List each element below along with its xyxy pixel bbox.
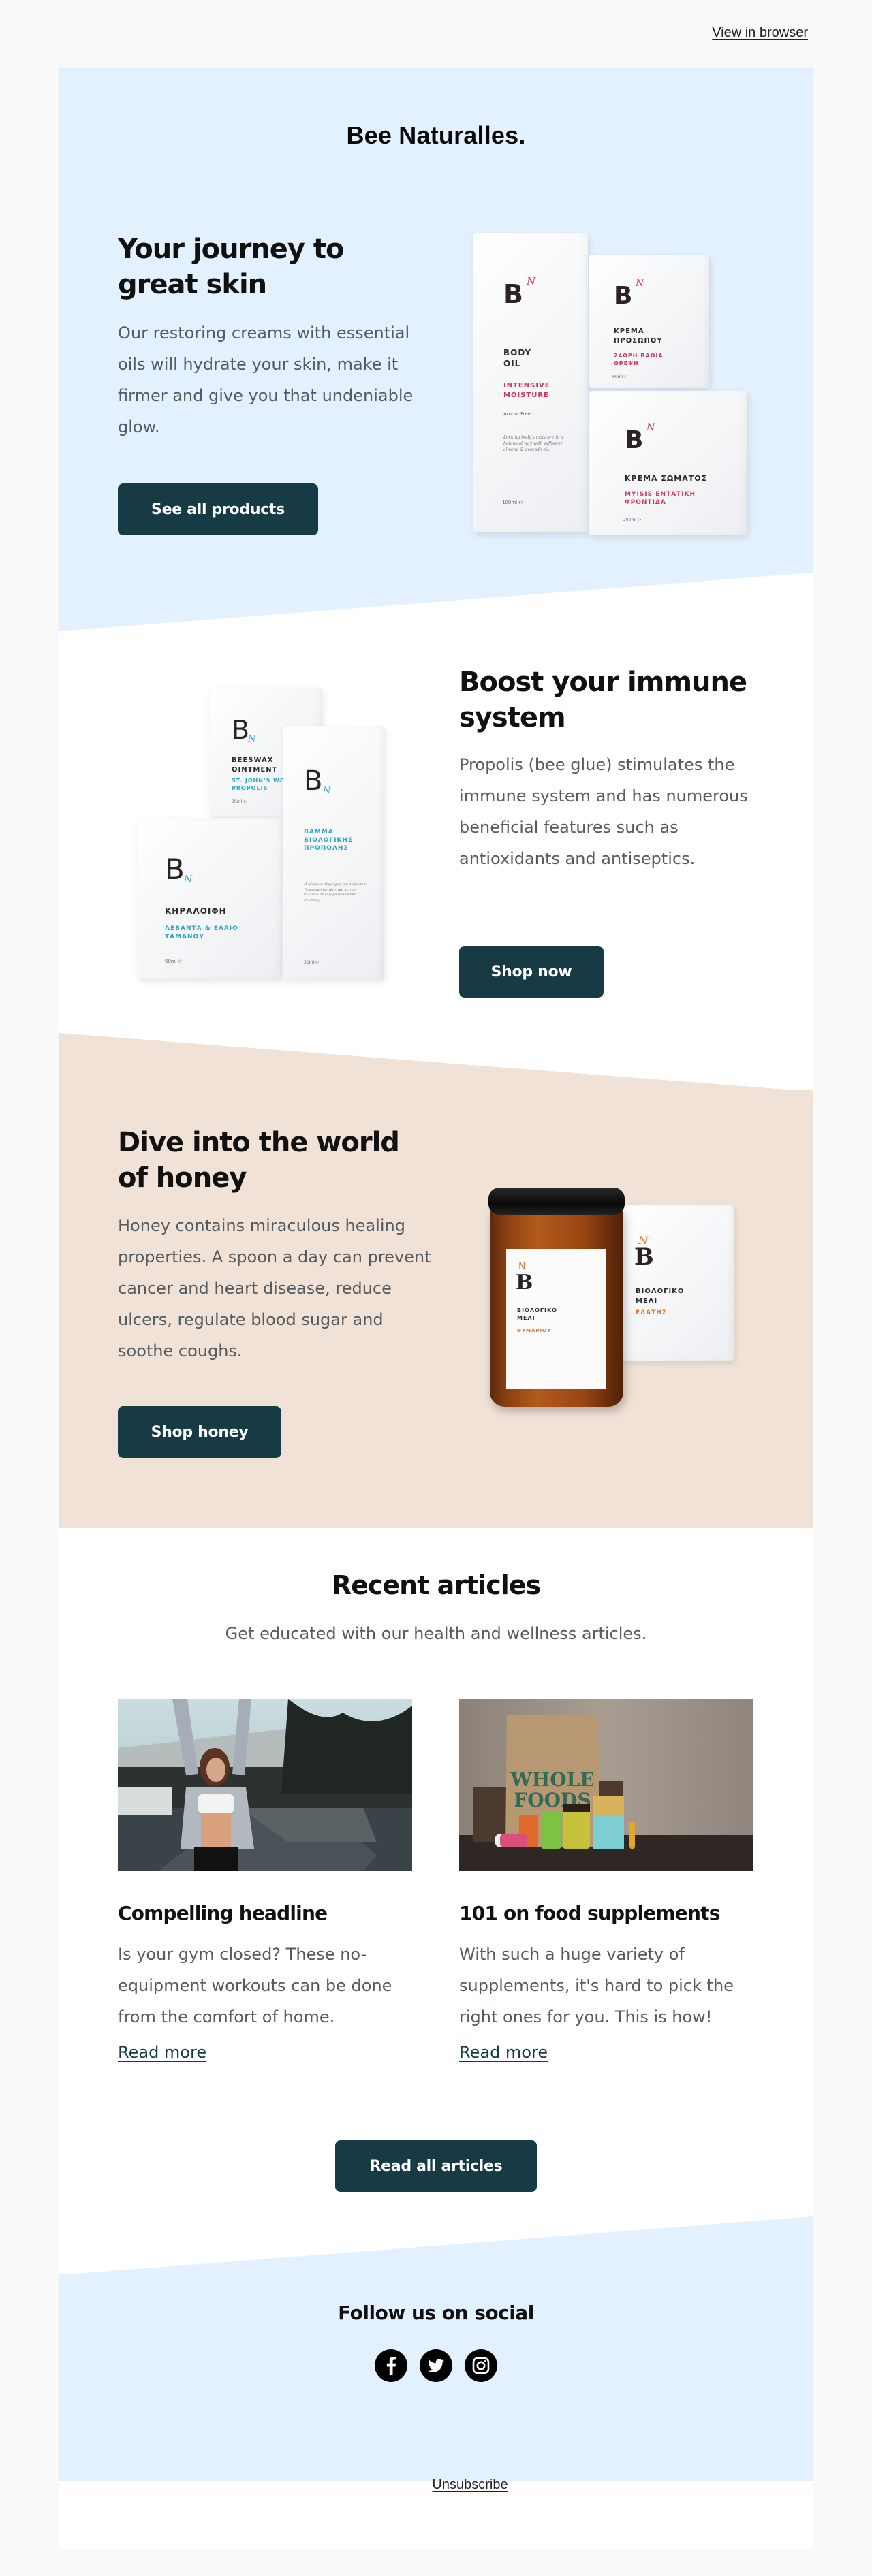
brand-mark: B xyxy=(165,853,185,886)
product-volume: 60ml ℮ xyxy=(165,959,183,964)
brand-logo: Bee Naturalles. xyxy=(346,121,526,149)
footer-diagonal-divider xyxy=(59,2216,813,2277)
product-subtitle: ΜΥΙSIS ΕΝΤΑΤΙΚΗ ΦΡΟΝΤΙΔΑ xyxy=(625,491,696,507)
honey-text: Honey contains miraculous healing proper… xyxy=(118,1216,431,1361)
brand-mark: B xyxy=(516,1271,533,1294)
article-text: With such a huge variety of supplements,… xyxy=(459,1945,734,2026)
shop-now-button[interactable]: Shop now xyxy=(459,946,604,998)
workout-photo xyxy=(118,1699,412,1871)
product-name: ΚΗΡΑΛΟΙΦΗ xyxy=(165,906,227,916)
jar-lid xyxy=(488,1188,625,1215)
unsubscribe-link[interactable]: Unsubscribe xyxy=(59,2477,813,2493)
supplements-photo: WHOLE FOODS xyxy=(459,1699,753,1871)
article-title: 101 on food supplements xyxy=(459,1902,720,1924)
honey-product-image: N B ΒΙΟΛΟΓΙΚΟ ΜΕΛΙ ΕΛΑΤΗΣ N B ΒΙΟΛΟΓΙΚΟ … xyxy=(488,1185,802,1416)
shop-honey-button[interactable]: Shop honey xyxy=(118,1406,281,1458)
product-name: ΚΡΕΜΑ ΠΡΟΣΩΠΟΥ xyxy=(614,328,663,345)
brand-mark: B xyxy=(503,279,523,309)
product-volume: 30ml ℮ xyxy=(232,799,247,804)
hero-text: Our restoring creams with essential oils… xyxy=(118,323,414,436)
brand-mark: B xyxy=(614,282,633,310)
read-more-link[interactable]: Read more xyxy=(459,2043,548,2062)
product-subtitle: ΕΛΑΤΗΣ xyxy=(636,1309,667,1316)
read-all-articles-button[interactable]: Read all articles xyxy=(335,2140,537,2192)
product-volume: 200ml ℮ xyxy=(623,518,641,522)
articles-title: Recent articles xyxy=(331,1570,541,1600)
articles-subtitle: Get educated with our health and wellnes… xyxy=(225,1624,647,1643)
instagram-link[interactable] xyxy=(465,2349,497,2382)
article-title: Compelling headline xyxy=(118,1902,328,1924)
bag-logo-text: WHOLE xyxy=(510,1768,594,1791)
hero-product-image: B N BODY OIL INTENSIVE MOISTURE Aroma Fr… xyxy=(468,225,747,538)
instagram-icon xyxy=(472,2357,490,2374)
brand-mark-sup: N xyxy=(647,422,655,433)
product-subtitle: ΛΕΒΑΝΤΑ & ΕΛΑΙΟ ΤΑΜΑΝΟΥ xyxy=(165,925,238,941)
product-box-body-cream: B N ΚΡΕΜΑ ΣΩΜΑΤΟΣ ΜΥΙSIS ΕΝΤΑΤΙΚΗ ΦΡΟΝΤΙ… xyxy=(589,391,747,535)
view-in-browser-link[interactable]: View in browser xyxy=(712,25,808,41)
product-volume: 60ml ℮ xyxy=(612,375,628,379)
immune-title: Boost your immune system xyxy=(459,667,747,733)
product-name: ΚΡΕΜΑ ΣΩΜΑΤΟΣ xyxy=(625,474,708,483)
follow-us-heading: Follow us on social xyxy=(338,2302,534,2324)
product-note: Aroma Free xyxy=(503,411,531,417)
email-container: Bee Naturalles. Your journey to great sk… xyxy=(59,68,813,2549)
product-box-keraloifi: B N ΚΗΡΑΛΟΙΦΗ ΛΕΒΑΝΤΑ & ΕΛΑΙΟ ΤΑΜΑΝΟΥ 60… xyxy=(138,818,282,979)
product-box-body-oil: B N BODY OIL INTENSIVE MOISTURE Aroma Fr… xyxy=(473,233,588,532)
brand-mark-sup: N xyxy=(636,278,644,289)
product-volume: 100ml ℮ xyxy=(502,500,523,505)
facebook-icon xyxy=(386,2356,396,2375)
product-name: BODY OIL xyxy=(503,348,532,369)
article-image-workout[interactable] xyxy=(118,1699,412,1871)
brand-mark-sub: N xyxy=(323,786,331,796)
brand-mark: B xyxy=(232,715,250,745)
jar-label: N B ΒΙΟΛΟΓΙΚΟ ΜΕΛΙ ΘΥΜΑΡΙΟΥ xyxy=(506,1249,606,1389)
twitter-link[interactable] xyxy=(420,2349,452,2382)
hero-title: Your journey to great skin xyxy=(118,234,345,300)
brand-mark: B xyxy=(625,426,644,454)
product-box-propolis-tincture: B N ΒΑΜΜΑ ΒΙΟΛΟΓΙΚΗΣ ΠΡΟΠΟΛΗΣ Η φύση ως … xyxy=(283,726,384,979)
brand-mark-sub: N xyxy=(184,874,193,885)
facebook-link[interactable] xyxy=(375,2349,407,2382)
article-text: Is your gym closed? These no-equipment w… xyxy=(118,1945,392,2026)
brand-mark: B xyxy=(304,765,323,797)
product-subtitle: ΘΥΜΑΡΙΟΥ xyxy=(517,1328,552,1333)
article-image-supplements[interactable]: WHOLE FOODS xyxy=(459,1699,753,1871)
honey-diagonal-divider xyxy=(59,1033,813,1094)
immune-product-image: B N BEESWAX OINTMENT ST. JOHN'S WORT & P… xyxy=(138,667,424,1001)
social-links xyxy=(59,2349,813,2382)
read-more-link[interactable]: Read more xyxy=(118,2043,206,2062)
honey-title: Dive into the world of honey xyxy=(118,1127,400,1194)
product-description: Locking body's moisture in a botanical w… xyxy=(503,435,564,452)
hero-diagonal-divider xyxy=(59,572,813,633)
see-all-products-button[interactable]: See all products xyxy=(118,483,318,535)
honey-jar: N B ΒΙΟΛΟΓΙΚΟ ΜΕΛΙ ΘΥΜΑΡΙΟΥ xyxy=(490,1205,623,1407)
product-name: ΒΙΟΛΟΓΙΚΟ ΜΕΛΙ xyxy=(517,1307,557,1321)
immune-text: Propolis (bee glue) stimulates the immun… xyxy=(459,755,748,868)
product-box-honey: N B ΒΙΟΛΟΓΙΚΟ ΜΕΛΙ ΕΛΑΤΗΣ xyxy=(622,1205,734,1361)
product-volume: 30ml ℮ xyxy=(304,960,320,965)
brand-mark-sub: N xyxy=(248,734,256,744)
product-description: Η φύση ως σύμμαχος του ανθρώπου. Το φυσι… xyxy=(304,882,368,902)
product-name: ΒΙΟΛΟΓΙΚΟ ΜΕΛΙ xyxy=(636,1288,685,1305)
product-subtitle: 24ΩΡΗ ΒΑΘΙΑ ΘΡΕΨΗ xyxy=(614,353,664,366)
product-subtitle: INTENSIVE MOISTURE xyxy=(503,382,550,399)
product-box-face-cream: B N ΚΡΕΜΑ ΠΡΟΣΩΠΟΥ 24ΩΡΗ ΒΑΘΙΑ ΘΡΕΨΗ 60m… xyxy=(589,255,709,388)
product-subtitle: ΒΑΜΜΑ ΒΙΟΛΟΓΙΚΗΣ ΠΡΟΠΟΛΗΣ xyxy=(304,829,354,853)
brand-mark-sup: N xyxy=(527,275,536,287)
twitter-icon xyxy=(428,2359,444,2372)
brand-mark: B xyxy=(634,1243,654,1271)
